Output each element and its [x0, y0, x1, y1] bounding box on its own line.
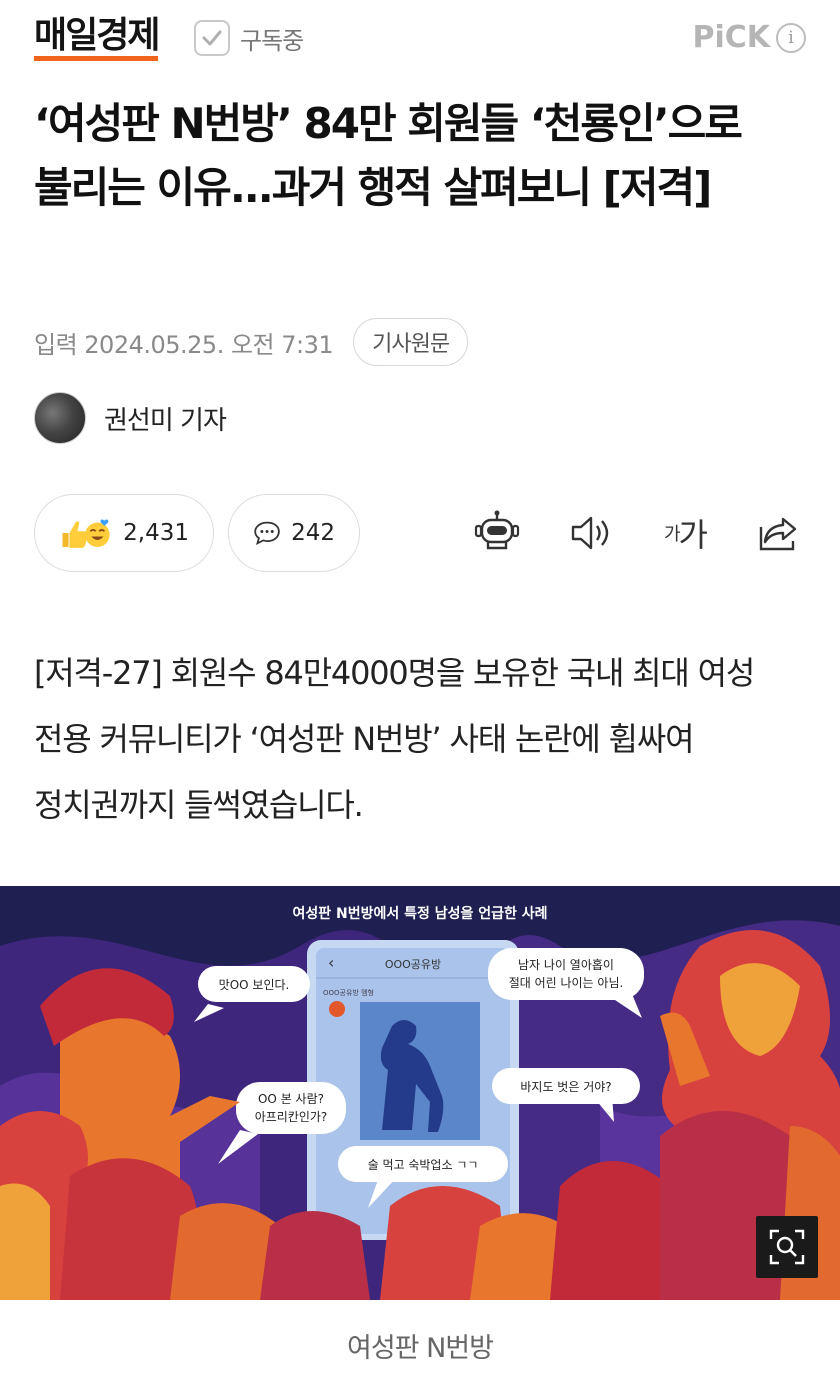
subscribe-button[interactable]: 구독중	[194, 20, 304, 56]
like-count: 2,431	[123, 520, 189, 546]
comment-bubble-icon	[254, 521, 280, 546]
svg-text:아프리칸인가?: 아프리칸인가?	[255, 1110, 328, 1124]
reporter-name[interactable]: 권선미 기자	[104, 400, 227, 437]
reaction-toolbar: 2,431 242 가 가	[34, 494, 806, 572]
image-caption: 여성판 N번방	[347, 1333, 494, 1364]
robot-summary-icon[interactable]	[472, 508, 522, 558]
illustration: 여성판 N번방에서 특정 남성을 언급한 사례 ‹ OOO공유방 OOO공유방 …	[0, 886, 840, 1300]
zoom-icon[interactable]	[756, 1216, 818, 1278]
phone-subtitle: OOO공유방 멤형	[323, 988, 374, 997]
font-size-button[interactable]: 가가	[660, 508, 710, 558]
pick-badge[interactable]: PiCK i	[692, 20, 806, 55]
svg-text:‹: ‹	[328, 953, 334, 972]
font-size-large-label: 가	[678, 516, 708, 554]
header: 매일경제 구독중 PiCK i	[0, 0, 840, 84]
illustration-heading: 여성판 N번방에서 특정 남성을 언급한 사례	[292, 905, 547, 922]
svg-text:술 먹고 숙박업소 ㄱㄱ: 술 먹고 숙박업소 ㄱㄱ	[368, 1158, 479, 1172]
svg-text:바지도 벗은 거야?: 바지도 벗은 거야?	[520, 1080, 611, 1094]
article-image[interactable]: 여성판 N번방에서 특정 남성을 언급한 사례 ‹ OOO공유방 OOO공유방 …	[0, 886, 840, 1300]
article-tools: 가가	[472, 508, 804, 558]
article-title: ‘여성판 N번방’ 84만 회원들 ‘천룡인’으로 불리는 이유...과거 행적…	[34, 99, 743, 212]
comment-count: 242	[291, 520, 335, 546]
svg-text:OO 본 사람?: OO 본 사람?	[258, 1092, 324, 1106]
article-meta: 입력 2024.05.25. 오전 7:31 기사원문	[34, 318, 469, 366]
reaction-button[interactable]: 2,431	[34, 494, 214, 572]
svg-text:절대 어린 나이는 아님.: 절대 어린 나이는 아님.	[509, 976, 624, 990]
phone-title: OOO공유방	[385, 958, 441, 971]
pick-label: PiCK	[692, 20, 770, 55]
subscribe-label: 구독중	[240, 26, 304, 55]
publish-date: 입력 2024.05.25. 오전 7:31	[34, 330, 334, 359]
brand-logo[interactable]: 매일경제	[34, 14, 160, 61]
speaker-icon[interactable]	[566, 508, 616, 558]
share-icon[interactable]	[754, 508, 804, 558]
original-article-button[interactable]: 기사원문	[353, 318, 469, 366]
font-size-small-label: 가	[663, 524, 681, 545]
reporter-info[interactable]: 권선미 기자	[34, 392, 227, 444]
svg-text:맛OO 보인다.: 맛OO 보인다.	[219, 978, 290, 992]
reporter-avatar[interactable]	[34, 392, 86, 444]
article-lead: [저격-27] 회원수 84만4000명을 보유한 국내 최대 여성 전용 커뮤…	[34, 654, 755, 824]
comment-button[interactable]: 242	[228, 494, 360, 572]
info-icon[interactable]: i	[776, 22, 806, 53]
check-icon	[194, 20, 230, 56]
svg-text:남자 나이 열아홉이: 남자 나이 열아홉이	[518, 958, 614, 972]
thumbs-up-emoji-icon	[62, 519, 110, 548]
